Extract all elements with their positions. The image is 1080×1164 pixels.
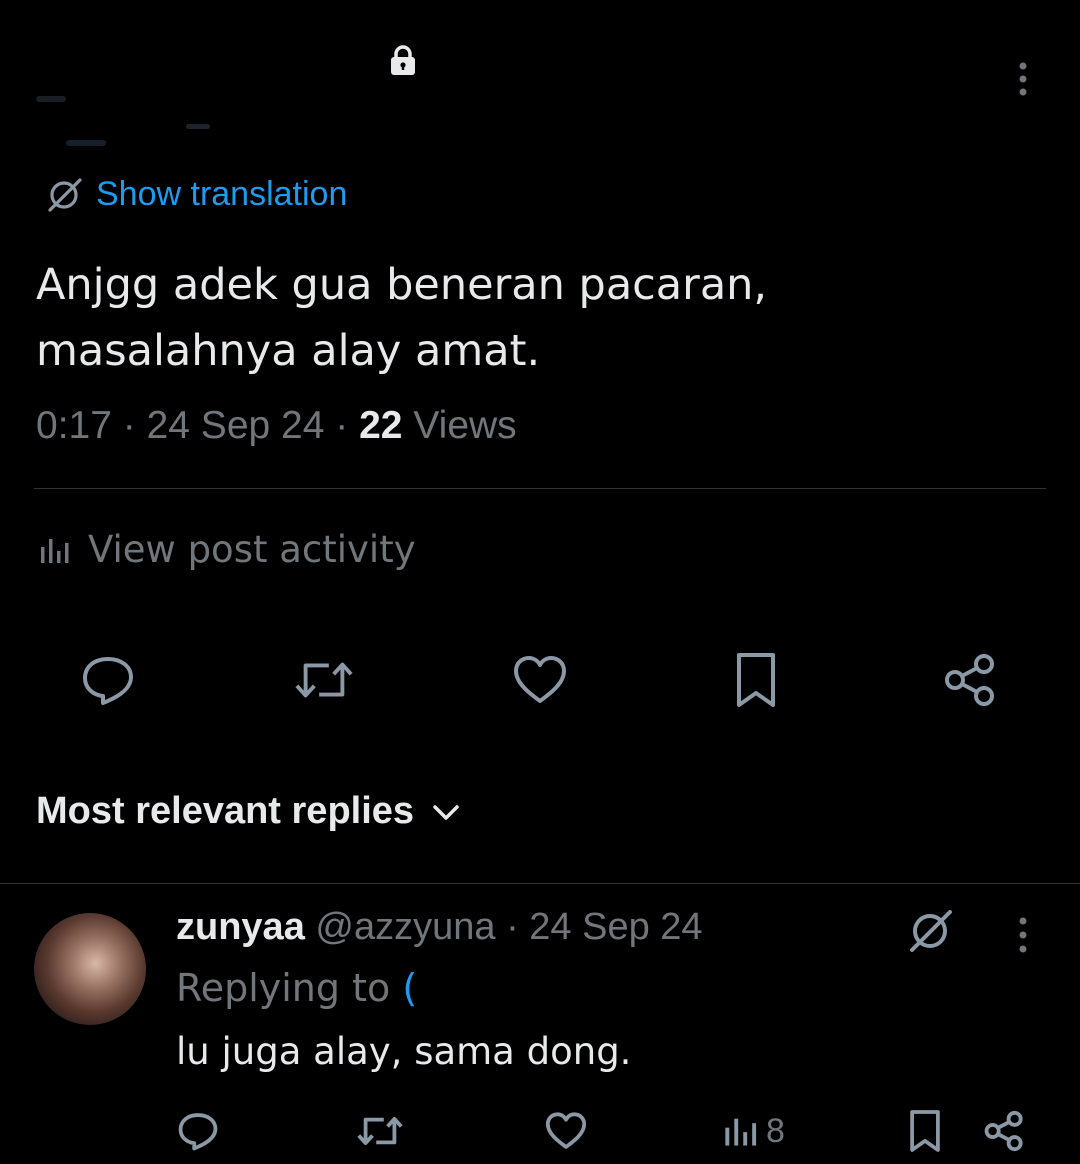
bookmark-button[interactable] [726, 650, 786, 710]
reply-date[interactable]: 24 Sep 24 [529, 906, 702, 948]
post-text-line: masalahnya alay amat. [36, 326, 541, 376]
separator: · [506, 906, 519, 948]
reply-share-button[interactable] [982, 1104, 1026, 1158]
translate-icon[interactable] [904, 904, 956, 956]
replying-to-mention[interactable]: ( [402, 966, 417, 1010]
chevron-down-icon [433, 804, 459, 820]
more-options-icon[interactable] [1010, 916, 1036, 954]
show-translation-label: Show translation [96, 174, 348, 213]
reply-handle[interactable]: @azzyuna [315, 906, 495, 948]
show-translation-link[interactable]: Show translation [44, 172, 347, 216]
reply-views-count: 8 [766, 1111, 785, 1150]
reply-icon [83, 657, 133, 705]
reply-views-button[interactable]: 8 [722, 1104, 785, 1158]
bookmark-icon [910, 1110, 940, 1152]
redacted-smudge [36, 96, 66, 102]
share-icon [945, 654, 994, 706]
post-meta: 0:17 · 24 Sep 24 · 22 Views [36, 404, 517, 448]
views-label: Views [413, 404, 517, 447]
like-button[interactable] [510, 650, 570, 710]
share-button[interactable] [940, 650, 1000, 710]
separator: · [335, 404, 349, 447]
reply-text: lu juga alay, sama dong. [176, 1030, 632, 1073]
post-action-bar [0, 650, 1080, 714]
view-post-activity-button[interactable]: View post activity [38, 528, 416, 571]
translate-icon [48, 178, 82, 212]
replying-to: Replying to ( [176, 966, 417, 1010]
like-icon [514, 656, 566, 703]
repost-button[interactable] [294, 650, 354, 710]
post-time: 0:17 [36, 404, 112, 447]
analytics-icon [41, 538, 69, 563]
divider [0, 883, 1080, 884]
post-date: 24 Sep 24 [146, 404, 325, 447]
divider [34, 488, 1046, 489]
redacted-smudge [186, 124, 210, 129]
reply-action-bar: 8 [0, 1104, 1080, 1160]
post-text-line: Anjgg adek gua beneran pacaran, [36, 260, 768, 310]
reply-icon [178, 1113, 218, 1151]
bookmark-icon [737, 653, 775, 707]
reply-header: zunyaa @azzyuna · 24 Sep 24 [176, 906, 703, 949]
post-text: Anjgg adek gua beneran pacaran, masalahn… [36, 252, 1036, 384]
lock-icon [388, 44, 418, 76]
share-icon [984, 1110, 1023, 1152]
analytics-icon [725, 1118, 757, 1146]
views-count: 22 [359, 404, 403, 447]
redacted-smudge [66, 140, 106, 146]
replies-sort-dropdown[interactable]: Most relevant replies [36, 790, 462, 833]
more-options-icon[interactable] [1008, 60, 1038, 100]
reply-reply-button[interactable] [176, 1104, 220, 1158]
reply-display-name[interactable]: zunyaa [176, 906, 305, 948]
avatar[interactable] [34, 913, 146, 1025]
separator: · [122, 404, 136, 447]
repost-icon [357, 1116, 403, 1146]
reply-like-button[interactable] [544, 1104, 588, 1158]
repost-icon [295, 662, 353, 698]
reply-bookmark-button[interactable] [906, 1104, 944, 1158]
replies-sort-label: Most relevant replies [36, 790, 415, 832]
view-post-activity-label: View post activity [88, 528, 416, 571]
like-icon [545, 1112, 587, 1149]
reply-button[interactable] [78, 650, 138, 710]
reply-repost-button[interactable] [356, 1104, 404, 1158]
replying-to-label: Replying to [176, 966, 391, 1010]
